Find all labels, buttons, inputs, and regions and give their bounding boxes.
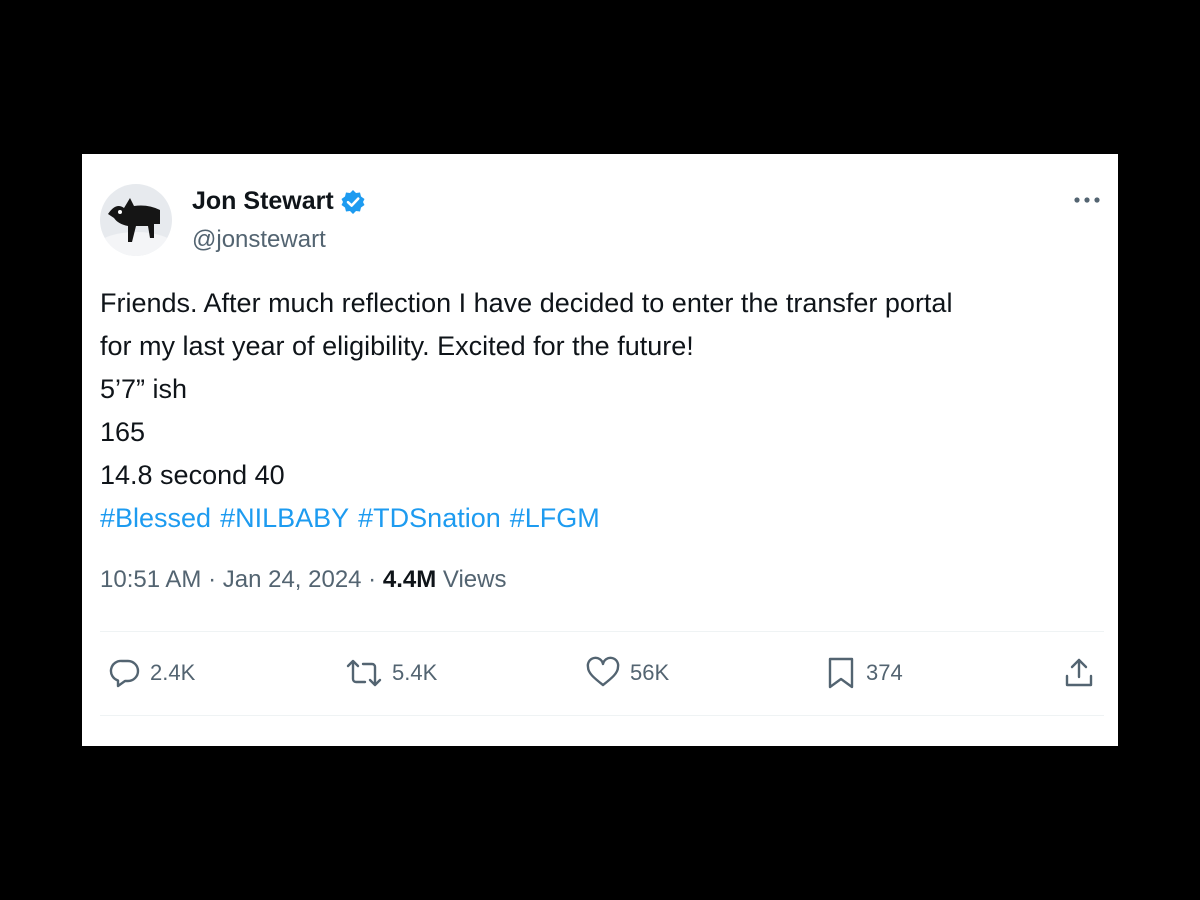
- bookmark-icon: [824, 656, 858, 690]
- hashtag-link[interactable]: #Blessed: [100, 503, 211, 533]
- display-name[interactable]: Jon Stewart: [192, 187, 334, 216]
- avatar-image: [100, 184, 172, 256]
- divider: [100, 715, 1104, 716]
- like-button[interactable]: 56K: [584, 656, 669, 690]
- repost-icon: [344, 656, 384, 690]
- hashtag-link[interactable]: #NILBABY: [220, 503, 349, 533]
- divider: [100, 631, 1104, 632]
- avatar[interactable]: [100, 184, 172, 256]
- reply-count: 2.4K: [150, 660, 196, 685]
- bookmark-button[interactable]: 374: [824, 656, 903, 690]
- verified-badge-icon: [340, 189, 366, 215]
- like-count: 56K: [630, 660, 670, 685]
- heart-icon: [584, 656, 622, 690]
- tweet-text-line: Friends. After much reflection I have de…: [100, 288, 953, 318]
- tweet-text-line: 5’7” ish: [100, 374, 188, 404]
- tweet-text-line: 165: [100, 417, 146, 447]
- tweet-text-line: for my last year of eligibility. Excited…: [100, 331, 694, 361]
- reply-button[interactable]: 2.4K: [108, 656, 195, 690]
- tweet-card: Jon Stewart @jonstewart Friends. After m…: [82, 154, 1118, 746]
- author-row: Jon Stewart: [192, 187, 366, 216]
- tweet-text-line: 14.8 second 40: [100, 460, 285, 490]
- hashtag-link[interactable]: #TDSnation: [358, 503, 501, 533]
- share-button[interactable]: [1062, 656, 1096, 690]
- repost-count: 5.4K: [392, 660, 438, 685]
- tweet-text: Friends. After much reflection I have de…: [100, 282, 1105, 540]
- author-handle[interactable]: @jonstewart: [192, 226, 326, 254]
- repost-button[interactable]: 5.4K: [344, 656, 437, 690]
- views-label: Views: [436, 566, 507, 593]
- views-count: 4.4M: [382, 566, 437, 593]
- tweet-meta: 10:51 AM · Jan 24, 2024 · 4.4M Views: [100, 566, 506, 594]
- more-horizontal-icon[interactable]: [1072, 192, 1102, 208]
- hashtag-link[interactable]: #LFGM: [510, 503, 600, 533]
- timestamp[interactable]: 10:51 AM · Jan 24, 2024 ·: [100, 566, 383, 593]
- reply-icon: [108, 656, 142, 690]
- bookmark-count: 374: [866, 660, 903, 685]
- share-icon: [1062, 656, 1096, 690]
- hashtag-list: #Blessed #NILBABY #TDSnation #LFGM: [100, 497, 1105, 540]
